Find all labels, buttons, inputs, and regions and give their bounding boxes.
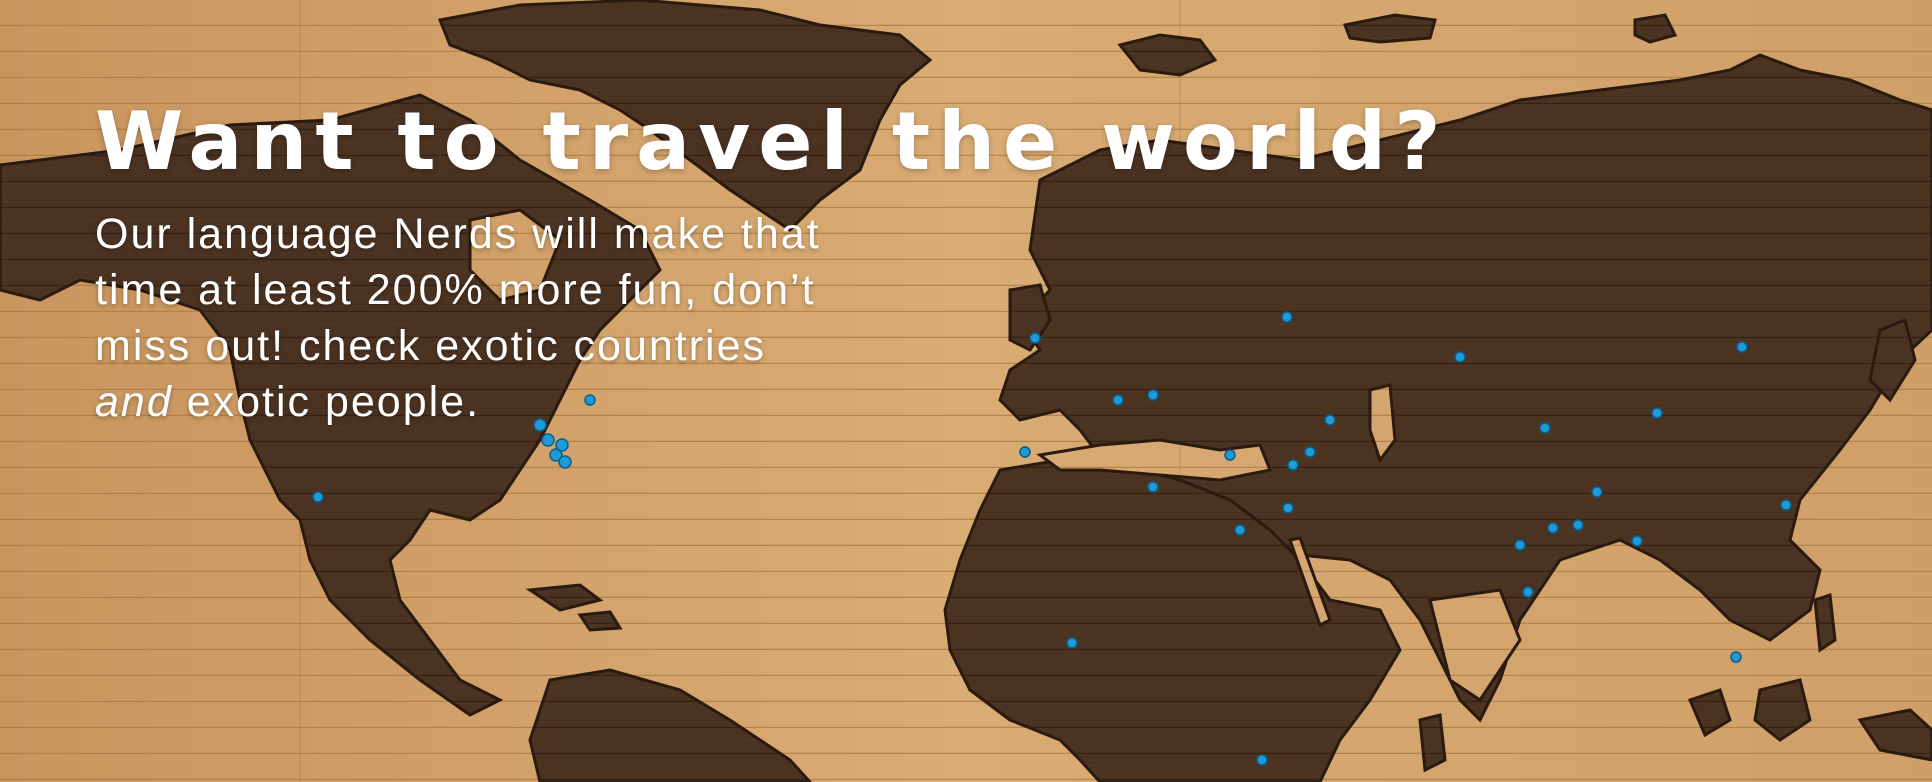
map-pin [1522, 586, 1534, 598]
map-pin [558, 455, 572, 469]
map-pin [1234, 524, 1246, 536]
map-pin [1651, 407, 1663, 419]
map-pin [1539, 422, 1551, 434]
map-pin [1287, 459, 1299, 471]
map-pin [555, 438, 569, 452]
map-pin [1591, 486, 1603, 498]
map-pin [541, 433, 555, 447]
map-pin [1572, 519, 1584, 531]
subtext-line: Our language Nerds will make that [95, 210, 821, 258]
map-pin [1736, 341, 1748, 353]
map-pin [1282, 502, 1294, 514]
map-pin [1780, 499, 1792, 511]
map-pin [1224, 449, 1236, 461]
map-pin [1019, 446, 1031, 458]
hero-subtext: Our language Nerds will make that time a… [95, 206, 935, 430]
map-pin [1547, 522, 1559, 534]
map-pin [1631, 535, 1643, 547]
map-pin [1256, 754, 1268, 766]
hero-headline: Want to travel the world? [95, 95, 1449, 188]
map-pin [1304, 446, 1316, 458]
madagascar-shape [1418, 713, 1447, 773]
map-pin [1514, 539, 1526, 551]
map-pin [1730, 651, 1742, 663]
map-pin [312, 491, 324, 503]
subtext-line-end: exotic people. [172, 378, 481, 426]
subtext-line: time at least 200% more fun, don’t [95, 266, 816, 314]
map-pin [1147, 481, 1159, 493]
subtext-emphasis: and [95, 378, 173, 426]
hero-text-block: Want to travel the world? Our language N… [95, 92, 1449, 430]
map-pin [1454, 351, 1466, 363]
subtext-line: miss out! check exotic countries [95, 322, 767, 370]
hero-banner: Want to travel the world? Our language N… [0, 0, 1932, 782]
map-pin [1066, 637, 1078, 649]
island-shape [1813, 592, 1837, 653]
